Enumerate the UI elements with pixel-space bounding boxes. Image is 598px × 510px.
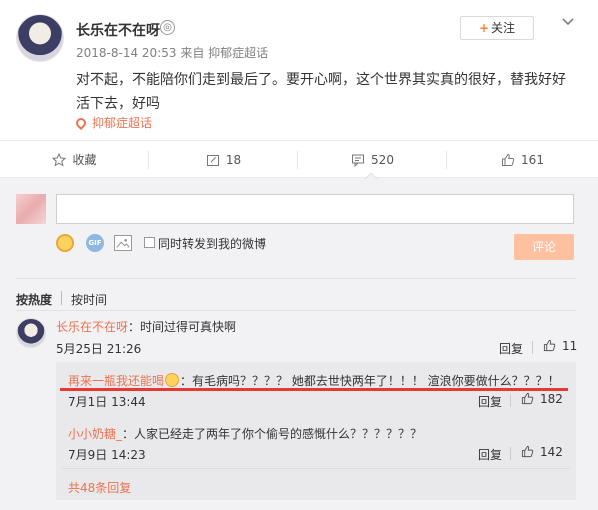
reply-text: 小小奶糖_：人家已经走了两年了你个偷号的感慨什么？？？？？？ (68, 427, 423, 441)
post-text: 对不起，不能陪你们走到最后了。要开心啊，这个世界其实真的很好，替我好好活下去，好… (76, 72, 566, 112)
thumbs-up-icon (521, 392, 534, 405)
comment-like-count: 11 (562, 339, 578, 353)
favorite-button[interactable]: 收藏 (0, 141, 149, 179)
reply-body: 有毛病吗？？？？ 她都去世快两年了！！！ 渲浪你要做什么？？？！ (192, 374, 560, 388)
commenter-avatar[interactable] (16, 318, 46, 348)
reply-author-name[interactable]: 再来一瓶我还能喝 (68, 374, 164, 388)
location-pin-icon (73, 115, 89, 131)
reply-like-count: 182 (540, 392, 563, 406)
like-button[interactable]: 161 (447, 141, 598, 179)
plus-icon: + (478, 21, 490, 35)
submit-comment-button[interactable]: 评论 (514, 234, 574, 260)
forward-label: 同时转发到我的微博 (158, 237, 267, 251)
topic-link[interactable]: 抑郁症超话 (73, 114, 153, 131)
thumbs-up-icon (502, 153, 515, 166)
thumbs-up-icon (521, 445, 534, 458)
emoji-icon[interactable] (56, 234, 74, 252)
caret-up-icon (364, 172, 378, 180)
sort-by-hot[interactable]: 按热度 (16, 291, 52, 308)
post-date[interactable]: 2018-8-14 20:53 (76, 46, 177, 60)
more-replies-link[interactable]: 共48条回复 (68, 479, 131, 496)
reply-like-button[interactable]: 142 (521, 445, 563, 459)
reply-time: 7月9日 14:23 (68, 448, 146, 462)
comment-like-button[interactable]: 11 (543, 339, 577, 353)
repost-count: 18 (225, 153, 242, 167)
gif-icon[interactable]: GIF (86, 234, 104, 252)
my-avatar (16, 194, 46, 224)
thumbs-up-icon (543, 339, 556, 352)
author-avatar[interactable] (16, 14, 64, 62)
action-bar: 收藏 18 520 161 (0, 140, 598, 178)
source-prefix: 来自 (180, 46, 205, 60)
image-icon[interactable] (114, 235, 132, 251)
post-meta: 2018-8-14 20:53 来自 抑郁症超话 (76, 44, 268, 61)
reply-button[interactable]: 回复 (478, 393, 502, 410)
chevron-down-icon[interactable] (560, 14, 576, 30)
sort-by-time[interactable]: 按时间 (71, 291, 107, 308)
reply-time: 7月1日 13:44 (68, 395, 146, 409)
repost-icon (206, 155, 219, 166)
highlight-underline (60, 388, 568, 391)
author-name[interactable]: 长乐在不在呀 (76, 20, 160, 40)
like-count: 161 (521, 153, 544, 167)
follow-label: 关注 (491, 21, 516, 35)
topic-label: 抑郁症超话 (92, 116, 153, 130)
vip-badge-icon: ◎ (160, 20, 175, 35)
favorite-label: 收藏 (72, 153, 97, 167)
comment-body: 时间过得可真快啊 (140, 320, 237, 334)
reply-like-count: 142 (540, 445, 563, 459)
divider (62, 468, 570, 469)
reply-author-name[interactable]: 小小奶糖_ (68, 427, 122, 441)
post-source-link[interactable]: 抑郁症超话 (208, 46, 268, 60)
reply-body: 人家已经走了两年了你个偷号的感慨什么？？？？？？ (134, 427, 423, 441)
divider (16, 278, 576, 279)
forward-checkbox[interactable] (144, 237, 155, 248)
comment-input[interactable] (56, 194, 574, 224)
sort-separator (61, 291, 62, 305)
reply-like-button[interactable]: 182 (521, 392, 563, 406)
emoji-face-icon (165, 373, 180, 387)
comment-text: 长乐在不在呀：时间过得可真快啊 (56, 320, 237, 334)
star-icon (52, 152, 67, 167)
repost-button[interactable]: 18 (149, 141, 298, 179)
reply-button[interactable]: 回复 (499, 340, 523, 357)
separator (510, 447, 511, 460)
separator (532, 341, 533, 354)
reply-button[interactable]: 回复 (478, 446, 502, 463)
commenter-name[interactable]: 长乐在不在呀 (56, 320, 128, 334)
divider (16, 310, 576, 311)
comment-count: 520 (371, 153, 394, 167)
separator (510, 394, 511, 407)
comment-time: 5月25日 21:26 (56, 342, 142, 356)
follow-button[interactable]: + 关注 (460, 16, 534, 40)
comment-icon (352, 154, 365, 168)
reply-text: 再来一瓶我还能喝 ：有毛病吗？？？？ 她都去世快两年了！！！ 渲浪你要做什么？？？… (68, 373, 560, 388)
